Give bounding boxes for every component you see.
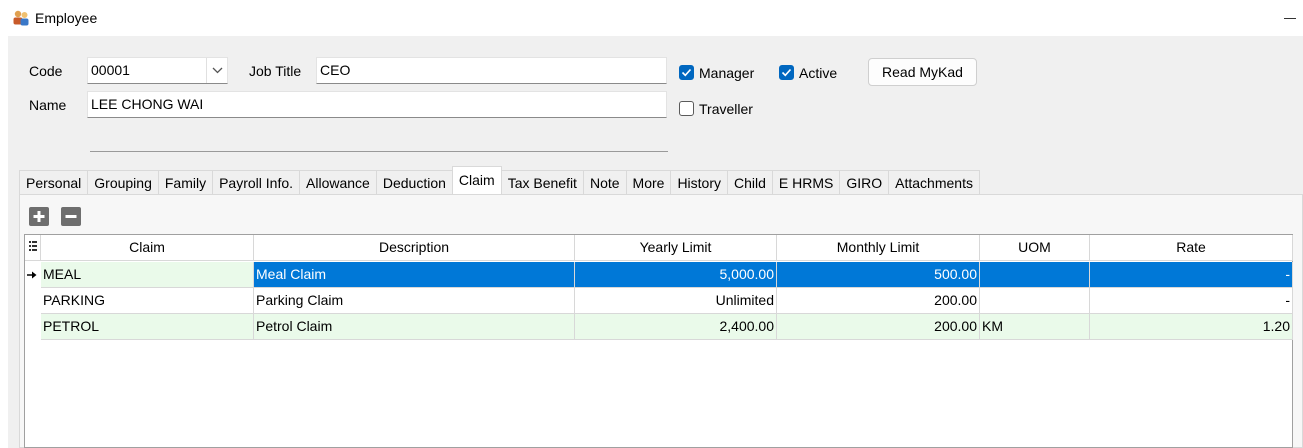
job-title-label: Job Title (249, 63, 302, 79)
claim-grid[interactable]: Claim Description Yearly Limit Monthly L… (24, 234, 1293, 448)
cell-yearly-limit[interactable]: 2,400.00 (575, 314, 777, 340)
column-header-description[interactable]: Description (254, 235, 575, 261)
plus-icon (33, 211, 45, 222)
cell-monthly-limit[interactable]: 200.00 (777, 288, 980, 314)
remove-claim-button[interactable] (61, 207, 81, 226)
code-label: Code (29, 63, 63, 79)
table-row[interactable]: PARKING Parking Claim Unlimited 200.00 - (25, 288, 1293, 314)
read-mykad-button[interactable]: Read MyKad (868, 58, 977, 86)
tab-tax-benefit[interactable]: Tax Benefit (500, 170, 584, 194)
current-row-arrow-icon (25, 262, 41, 288)
cell-monthly-limit[interactable]: 500.00 (777, 262, 980, 288)
code-combobox[interactable]: 00001 (87, 57, 228, 84)
cell-yearly-limit[interactable]: 5,000.00 (575, 262, 777, 288)
cell-claim[interactable]: PETROL (41, 314, 254, 340)
chevron-down-icon (212, 67, 223, 74)
cell-claim[interactable]: PARKING (41, 288, 254, 314)
active-checkbox[interactable] (779, 65, 794, 80)
tab-family[interactable]: Family (157, 170, 214, 194)
checkmark-icon (681, 68, 692, 77)
column-header-yearly-limit[interactable]: Yearly Limit (575, 235, 777, 261)
tab-attachments[interactable]: Attachments (888, 170, 980, 194)
traveller-checkbox[interactable] (679, 101, 694, 116)
secondary-name-field[interactable] (90, 151, 668, 152)
title-bar: Employee (0, 0, 1303, 36)
job-title-value: CEO (320, 62, 351, 78)
tab-giro[interactable]: GIRO (839, 170, 890, 194)
name-label: Name (29, 97, 67, 113)
grid-header-row: Claim Description Yearly Limit Monthly L… (25, 235, 1293, 261)
minimize-icon[interactable] (1284, 18, 1296, 19)
cell-rate[interactable]: - (1090, 288, 1293, 314)
minus-icon (65, 215, 77, 218)
code-value: 00001 (91, 62, 130, 78)
tab-note[interactable]: Note (582, 170, 627, 194)
name-value: LEE CHONG WAI (91, 96, 204, 112)
tab-child[interactable]: Child (727, 170, 773, 194)
cell-claim[interactable]: MEAL (41, 262, 254, 288)
employee-icon (11, 9, 31, 27)
cell-monthly-limit[interactable]: 200.00 (777, 314, 980, 340)
table-row[interactable]: MEAL Meal Claim 5,000.00 500.00 - (25, 262, 1293, 288)
cell-uom[interactable]: KM (980, 314, 1090, 340)
cell-rate[interactable]: - (1090, 262, 1293, 288)
window-title: Employee (35, 10, 98, 26)
manager-checkbox[interactable] (679, 65, 694, 80)
employee-form: Code 00001 Job Title CEO Name LEE CHONG … (8, 36, 1303, 448)
active-label[interactable]: Active (799, 65, 837, 81)
column-header-uom[interactable]: UOM (980, 235, 1090, 261)
tab-grouping[interactable]: Grouping (87, 170, 159, 194)
cell-rate[interactable]: 1.20 (1090, 314, 1293, 340)
tab-e-hrms[interactable]: E HRMS (771, 170, 841, 194)
cell-uom[interactable] (980, 262, 1090, 288)
cell-description[interactable]: Parking Claim (254, 288, 575, 314)
code-dropdown-button[interactable] (206, 58, 227, 83)
add-claim-button[interactable] (29, 207, 49, 226)
tab-history[interactable]: History (670, 170, 728, 194)
column-header-monthly-limit[interactable]: Monthly Limit (777, 235, 980, 261)
traveller-label[interactable]: Traveller (699, 101, 753, 117)
tab-strip: Personal Grouping Family Payroll Info. A… (19, 166, 980, 194)
checkmark-icon (781, 68, 792, 77)
tab-personal[interactable]: Personal (19, 170, 89, 194)
column-chooser-icon[interactable] (25, 235, 41, 261)
column-header-claim[interactable]: Claim (41, 235, 254, 261)
column-header-rate[interactable]: Rate (1090, 235, 1293, 261)
row-indicator (25, 314, 41, 340)
name-input[interactable]: LEE CHONG WAI (87, 91, 667, 118)
row-indicator (25, 288, 41, 314)
tab-deduction[interactable]: Deduction (375, 170, 453, 194)
manager-label[interactable]: Manager (699, 65, 754, 81)
tab-more[interactable]: More (625, 170, 672, 194)
job-title-input[interactable]: CEO (316, 57, 667, 84)
tab-payroll-info[interactable]: Payroll Info. (212, 170, 301, 194)
cell-uom[interactable] (980, 288, 1090, 314)
cell-yearly-limit[interactable]: Unlimited (575, 288, 777, 314)
table-row[interactable]: PETROL Petrol Claim 2,400.00 200.00 KM 1… (25, 314, 1293, 340)
cell-description[interactable]: Meal Claim (254, 262, 575, 288)
tab-allowance[interactable]: Allowance (299, 170, 377, 194)
cell-description[interactable]: Petrol Claim (254, 314, 575, 340)
tab-claim[interactable]: Claim (451, 166, 502, 194)
